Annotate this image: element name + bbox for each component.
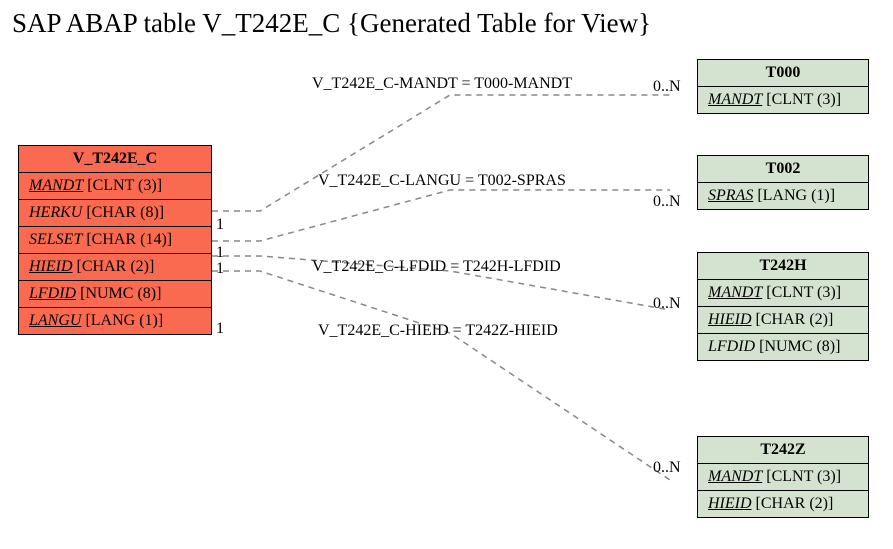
field-row: HIEID [CHAR (2)] xyxy=(698,491,868,517)
cardinality-right: 0..N xyxy=(653,78,681,96)
table-t002: T002 SPRAS [LANG (1)] xyxy=(697,155,869,210)
table-header: T242Z xyxy=(698,437,868,464)
relation-label: V_T242E_C-MANDT = T000-MANDT xyxy=(312,75,572,93)
field-row: LFDID [NUMC (8)] xyxy=(698,334,868,360)
relation-label: V_T242E_C-LANGU = T002-SPRAS xyxy=(318,172,566,190)
diagram-title: SAP ABAP table V_T242E_C {Generated Tabl… xyxy=(12,8,651,39)
field-row: MANDT [CLNT (3)] xyxy=(698,464,868,491)
table-v-t242e-c: V_T242E_C MANDT [CLNT (3)] HERKU [CHAR (… xyxy=(18,145,212,335)
table-t242h: T242H MANDT [CLNT (3)] HIEID [CHAR (2)] … xyxy=(697,252,869,361)
cardinality-right: 0..N xyxy=(653,459,681,477)
table-header: V_T242E_C xyxy=(19,146,211,173)
field-row: MANDT [CLNT (3)] xyxy=(698,280,868,307)
field-row: SPRAS [LANG (1)] xyxy=(698,183,868,209)
field-row: HERKU [CHAR (8)] xyxy=(19,200,211,227)
field-row: MANDT [CLNT (3)] xyxy=(698,87,868,113)
relation-label: V_T242E_C-HIEID = T242Z-HIEID xyxy=(318,322,558,340)
cardinality-right: 0..N xyxy=(653,193,681,211)
relation-label: V_T242E_C-LFDID = T242H-LFDID xyxy=(312,258,561,276)
table-header: T242H xyxy=(698,253,868,280)
table-header: T002 xyxy=(698,156,868,183)
cardinality-left: 1 xyxy=(216,216,224,234)
field-row: LANGU [LANG (1)] xyxy=(19,308,211,334)
cardinality-left: 1 xyxy=(216,260,224,278)
field-row: MANDT [CLNT (3)] xyxy=(19,173,211,200)
field-row: HIEID [CHAR (2)] xyxy=(698,307,868,334)
cardinality-right: 0..N xyxy=(653,295,681,313)
table-header: T000 xyxy=(698,60,868,87)
table-t000: T000 MANDT [CLNT (3)] xyxy=(697,59,869,114)
cardinality-left: 1 xyxy=(216,320,224,338)
table-t242z: T242Z MANDT [CLNT (3)] HIEID [CHAR (2)] xyxy=(697,436,869,518)
field-row: LFDID [NUMC (8)] xyxy=(19,281,211,308)
field-row: HIEID [CHAR (2)] xyxy=(19,254,211,281)
field-row: SELSET [CHAR (14)] xyxy=(19,227,211,254)
